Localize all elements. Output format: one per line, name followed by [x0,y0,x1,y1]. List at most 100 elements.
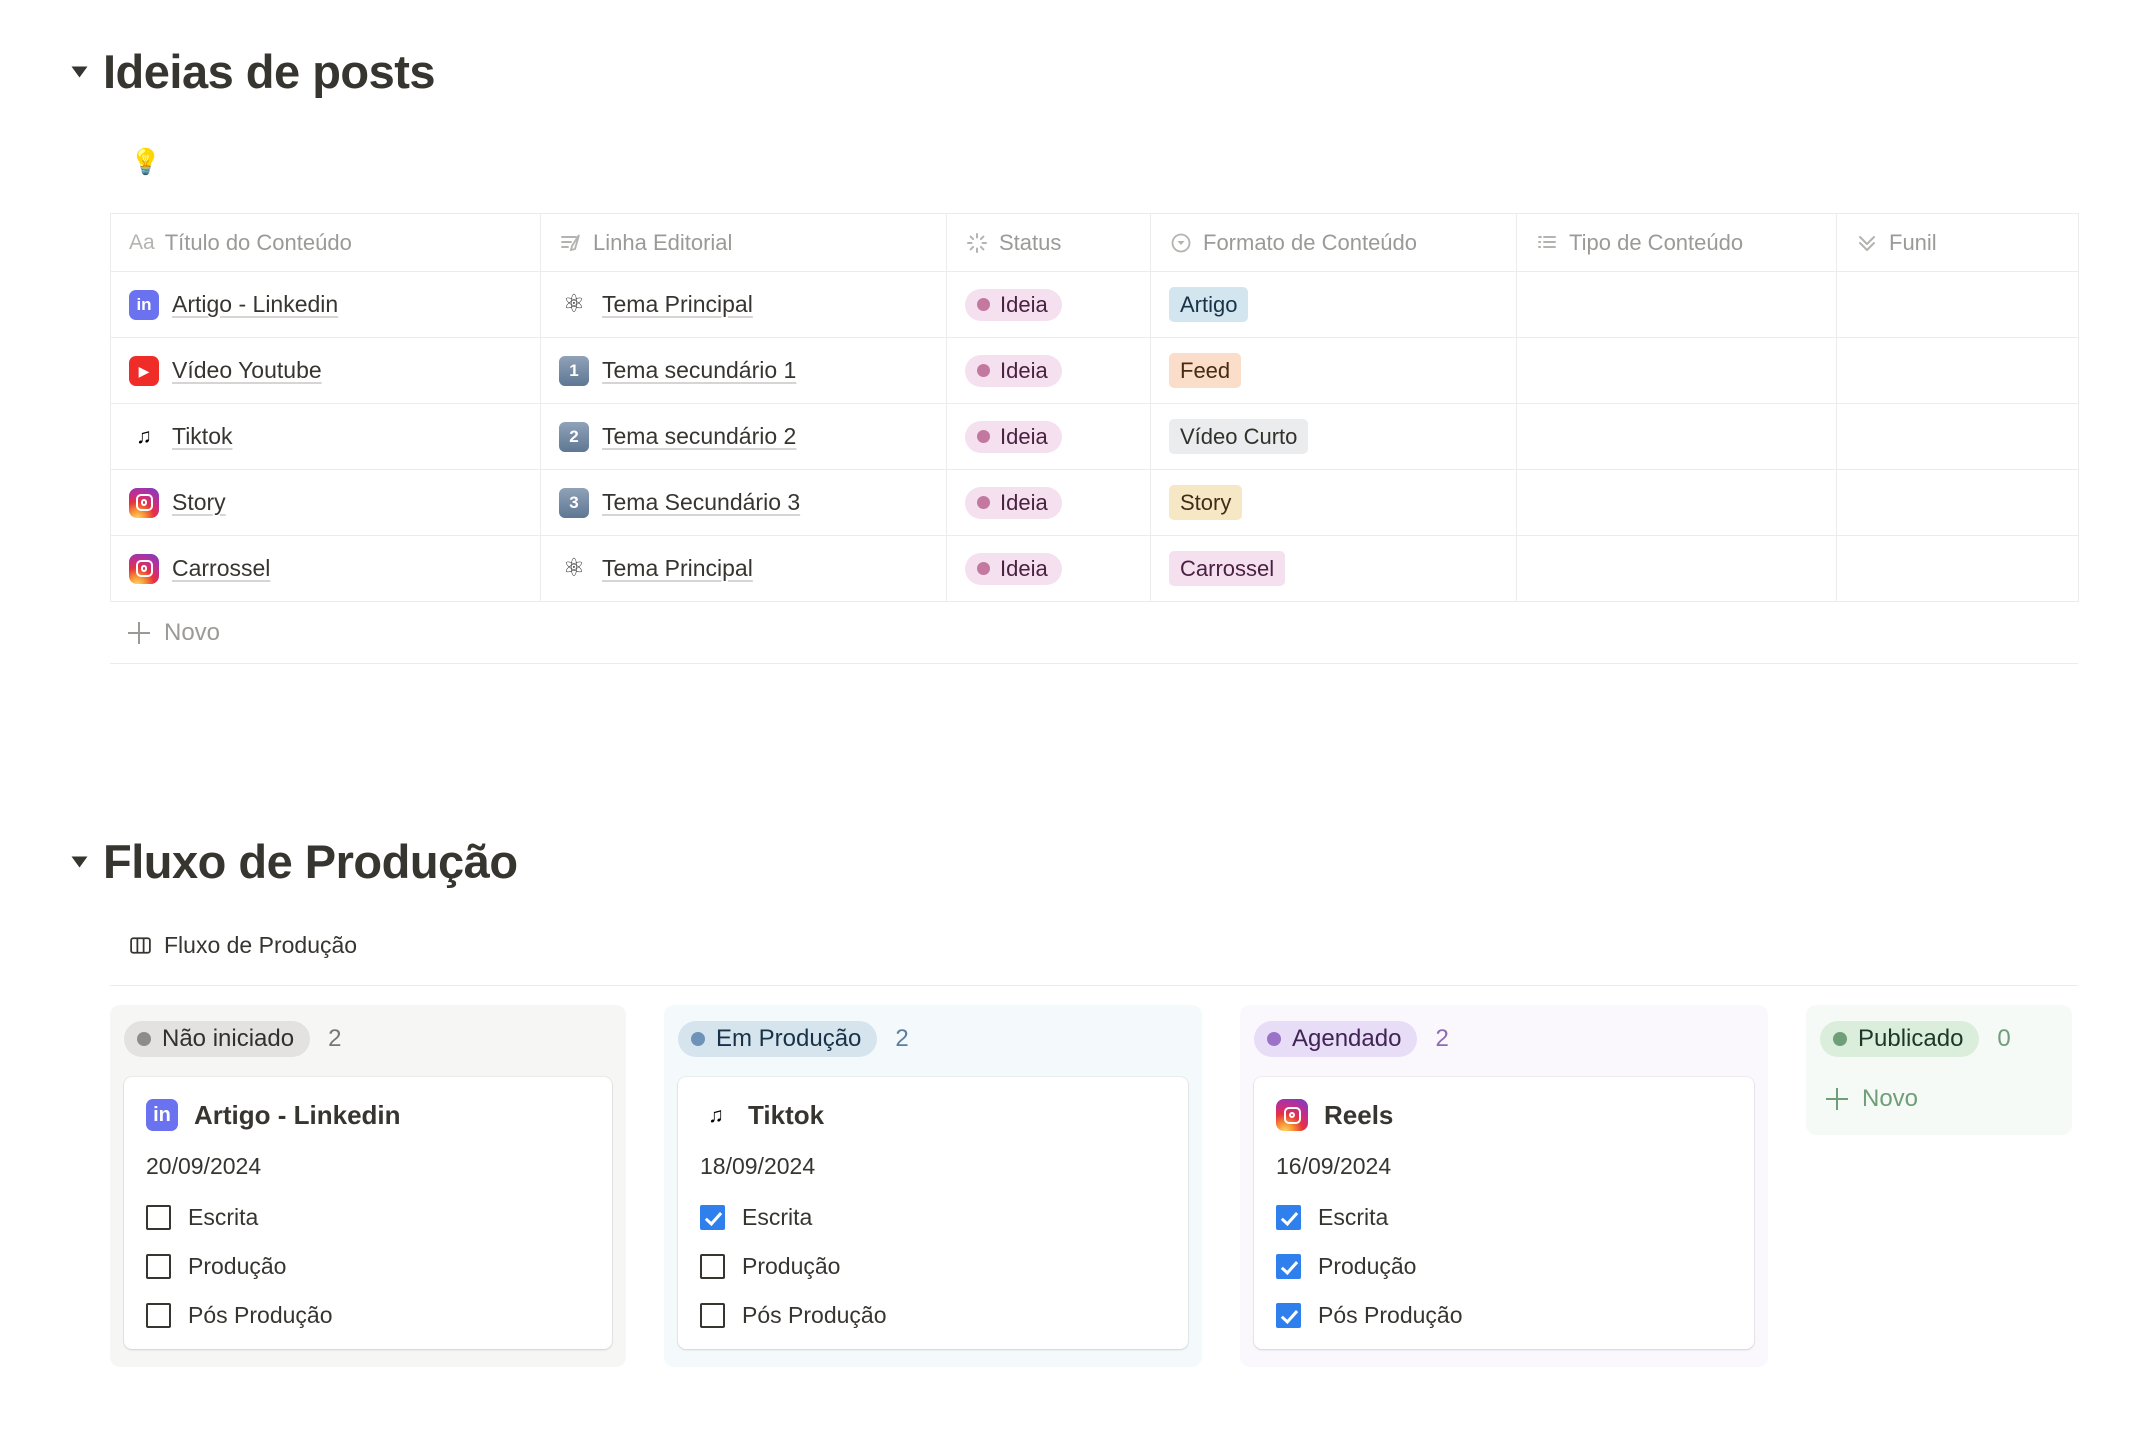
cell-status[interactable]: Ideia [946,469,1151,536]
cell-formato[interactable]: Carrossel [1150,535,1517,602]
cell-status[interactable]: Ideia [946,403,1151,470]
column-header-titulo[interactable]: Aa Título do Conteúdo [110,213,541,272]
cell-titulo[interactable]: Story [110,469,541,536]
editorial-link[interactable]: Tema Principal [602,291,753,318]
checkbox-escrita[interactable] [700,1205,725,1230]
checkbox-escrita[interactable] [146,1205,171,1230]
table-new-row-button[interactable]: Novo [110,602,2078,664]
cell-formato[interactable]: Vídeo Curto [1150,403,1517,470]
lightbulb-icon: 💡 [130,148,162,176]
kanban-column-header[interactable]: Em Produção 2 [678,1019,1188,1059]
cell-tipo[interactable] [1516,403,1837,470]
column-header-status[interactable]: Status [946,213,1151,272]
cell-funil[interactable] [1836,535,2079,602]
cell-linha-editorial[interactable]: ⚛ Tema Principal [540,535,947,602]
checklist-label: Escrita [1318,1204,1389,1230]
flow-database-title[interactable]: Fluxo de Produção [128,932,357,959]
chevrons-down-icon [1855,231,1879,255]
kanban-column-header[interactable]: Agendado 2 [1254,1019,1754,1059]
kanban-column-badge: Em Produção [678,1021,878,1057]
cell-funil[interactable] [1836,271,2079,338]
status-badge: Ideia [965,552,1062,585]
column-header-tipo[interactable]: Tipo de Conteúdo [1516,213,1837,272]
kanban-card[interactable]: in Artigo - Linkedin 20/09/2024 Escrita Prod… [124,1077,612,1349]
section-toggle-icon[interactable] [71,66,88,78]
cell-formato[interactable]: Artigo [1150,271,1517,338]
row-title-link[interactable]: Vídeo Youtube [172,357,322,384]
kanban-column-count: 2 [1435,1025,1449,1052]
cell-funil[interactable] [1836,337,2079,404]
kanban-column-name: Em Produção [716,1025,862,1052]
checklist-row: Pós Produção [1276,1302,1732,1329]
row-title-link[interactable]: Artigo - Linkedin [172,291,338,318]
status-dot-icon [1267,1032,1281,1046]
editorial-link[interactable]: Tema Secundário 3 [602,489,800,516]
kanban-card-title-row: Reels [1276,1099,1732,1131]
cell-titulo[interactable]: ▶ Vídeo Youtube [110,337,541,404]
kanban-column-header[interactable]: Não iniciado 2 [124,1019,612,1059]
table-row[interactable]: in Artigo - Linkedin ⚛ Tema Principal Ideia A… [110,271,2079,338]
tiktok-icon: ♫ [700,1099,732,1131]
column-header-linha-editorial[interactable]: Linha Editorial [540,213,947,272]
cell-funil[interactable] [1836,403,2079,470]
kanban-card-date: 16/09/2024 [1276,1153,1392,1179]
cell-linha-editorial[interactable]: 2 Tema secundário 2 [540,403,947,470]
checkbox-pós-produção[interactable] [700,1303,725,1328]
cell-titulo[interactable]: Carrossel [110,535,541,602]
section-toggle-icon[interactable] [71,856,88,868]
kanban-column-header[interactable]: Publicado 0 [1820,1019,2058,1059]
cell-formato[interactable]: Story [1150,469,1517,536]
checkbox-produção[interactable] [1276,1254,1301,1279]
flow-view-label: Fluxo de Produção [164,932,358,958]
cell-status[interactable]: Ideia [946,337,1151,404]
checkbox-produção[interactable] [700,1254,725,1279]
checkbox-pós-produção[interactable] [1276,1303,1301,1328]
kanban-column-badge: Agendado [1254,1021,1418,1057]
linkedin-icon: in [146,1099,178,1131]
cell-linha-editorial[interactable]: 1 Tema secundário 1 [540,337,947,404]
cell-formato[interactable]: Feed [1150,337,1517,404]
cell-tipo[interactable] [1516,469,1837,536]
checkbox-pós-produção[interactable] [146,1303,171,1328]
checklist-row: Produção [700,1253,1166,1280]
cell-tipo[interactable] [1516,271,1837,338]
editorial-link[interactable]: Tema secundário 1 [602,357,796,384]
cell-funil[interactable] [1836,469,2079,536]
checklist-label: Pós Produção [188,1302,333,1328]
cell-titulo[interactable]: in Artigo - Linkedin [110,271,541,338]
table-row[interactable]: ▶ Vídeo Youtube 1 Tema secundário 1 Ideia Fee… [110,337,2079,404]
status-badge: Ideia [965,420,1062,453]
cell-titulo[interactable]: ♫ Tiktok [110,403,541,470]
cell-tipo[interactable] [1516,337,1837,404]
row-title-link[interactable]: Story [172,489,226,516]
tiktok-icon: ♫ [129,421,159,452]
cell-tipo[interactable] [1516,535,1837,602]
kanban-column-name: Publicado [1858,1025,1964,1052]
kanban-new-label: Novo [1862,1085,1919,1112]
linkedin-icon: in [129,289,159,320]
page-title: Ideias de posts [103,45,436,98]
cell-linha-editorial[interactable]: 3 Tema Secundário 3 [540,469,947,536]
cell-status[interactable]: Ideia [946,535,1151,602]
kanban-column: Publicado 0 Novo [1806,1005,2072,1135]
row-title-link[interactable]: Tiktok [172,423,233,450]
kanban-new-card-button[interactable]: Novo [1820,1077,2058,1135]
cell-linha-editorial[interactable]: ⚛ Tema Principal [540,271,947,338]
checkbox-escrita[interactable] [1276,1205,1301,1230]
table-row[interactable]: ♫ Tiktok 2 Tema secundário 2 Ideia Vídeo Curt… [110,403,2079,470]
checkbox-produção[interactable] [146,1254,171,1279]
status-dot-icon [977,298,990,311]
column-header-formato[interactable]: Formato de Conteúdo [1150,213,1517,272]
status-dot-icon [977,364,990,377]
editorial-link[interactable]: Tema Principal [602,555,753,582]
row-title-link[interactable]: Carrossel [172,555,270,582]
cell-status[interactable]: Ideia [946,271,1151,338]
column-header-funil[interactable]: Funil [1836,213,2079,272]
editorial-link[interactable]: Tema secundário 2 [602,423,796,450]
table-row[interactable]: Carrossel ⚛ Tema Principal Ideia Carrossel [110,535,2079,602]
kanban-card[interactable]: ♫ Tiktok 18/09/2024 Escrita Produção Pós Prod… [678,1077,1188,1349]
column-label: Linha Editorial [593,229,733,255]
kanban-card[interactable]: Reels 16/09/2024 Escrita Produção Pós Produç… [1254,1077,1754,1349]
table-row[interactable]: Story 3 Tema Secundário 3 Ideia Story [110,469,2079,536]
board-divider [110,985,2078,986]
